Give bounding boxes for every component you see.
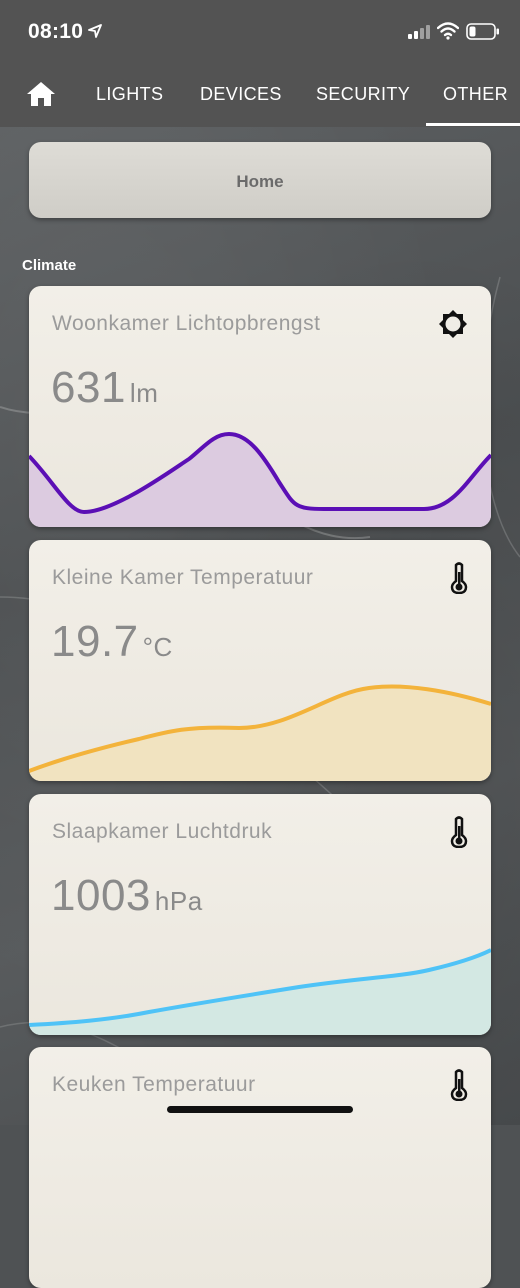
sensor-unit: lm [129, 378, 159, 408]
status-time: 08:10 [28, 20, 84, 43]
sensor-name: Keuken Temperatuur [52, 1073, 256, 1096]
wifi-icon [437, 22, 459, 40]
tab-devices[interactable]: DEVICES [200, 64, 282, 127]
home-indicator-bar[interactable] [167, 1106, 353, 1113]
status-bar: 08:10 [0, 0, 520, 64]
sensor-history-graph [29, 431, 491, 527]
location-arrow-icon [88, 24, 102, 38]
sensor-history-graph [29, 684, 491, 781]
brightness-icon [439, 310, 467, 338]
active-tab-indicator [426, 123, 520, 126]
cellular-signal-icon [408, 25, 430, 39]
home-icon [27, 82, 55, 106]
battery-icon [466, 23, 499, 40]
sensor-card-woonkamer-lichtopbrengst[interactable]: Woonkamer Lichtopbrengst 631 lm [29, 286, 491, 527]
home-button-label: Home [236, 172, 284, 191]
sensor-value-row: 1003 hPa [51, 871, 203, 921]
sensor-value-row: 631 lm [51, 363, 158, 413]
sensor-value-row: 19.7 °C [51, 617, 173, 667]
sensor-value: 631 [51, 363, 126, 412]
sensor-value: 19.7 [51, 617, 139, 666]
sensor-history-graph [29, 948, 491, 1035]
tab-home[interactable] [26, 64, 56, 127]
home-button[interactable]: Home [29, 142, 491, 332]
tab-bar: LIGHTS DEVICES SECURITY OTHER [0, 64, 520, 127]
sensor-card-kleine-kamer-temperatuur[interactable]: Kleine Kamer Temperatuur 19.7 °C [29, 540, 491, 781]
sensor-unit: hPa [154, 886, 203, 916]
thermometer-icon [450, 1069, 468, 1101]
sensor-card-slaapkamer-luchtdruk[interactable]: Slaapkamer Luchtdruk 1003 hPa [29, 794, 491, 1035]
tab-security[interactable]: SECURITY [316, 64, 410, 127]
sensor-value: 1003 [51, 871, 151, 920]
thermometer-icon [450, 562, 468, 594]
thermometer-icon [450, 816, 468, 848]
section-title-climate: Climate [22, 257, 77, 274]
tab-lights[interactable]: LIGHTS [96, 64, 163, 127]
sensor-name: Kleine Kamer Temperatuur [52, 566, 314, 589]
sensor-name: Woonkamer Lichtopbrengst [52, 312, 321, 335]
tab-other[interactable]: OTHER [443, 64, 508, 127]
sensor-card-keuken-temperatuur[interactable]: Keuken Temperatuur [29, 1047, 491, 1288]
sensor-name: Slaapkamer Luchtdruk [52, 820, 273, 843]
sensor-unit: °C [142, 632, 173, 662]
